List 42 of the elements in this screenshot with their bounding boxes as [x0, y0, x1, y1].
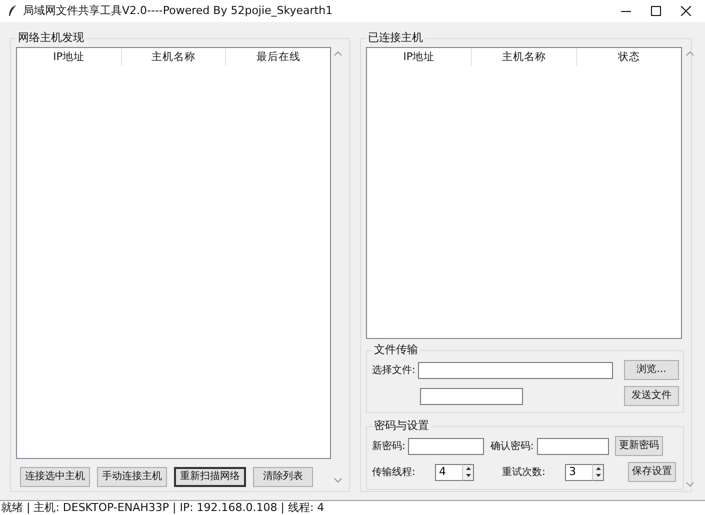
- action-button[interactable]: 浏览...: [624, 360, 679, 380]
- action-button[interactable]: 连接选中主机: [20, 467, 90, 487]
- column-header[interactable]: IP地址: [367, 48, 472, 66]
- field-label: 选择文件:: [372, 364, 416, 378]
- panel-title: 已连接主机: [367, 31, 424, 45]
- action-button[interactable]: 保存设置: [628, 462, 676, 482]
- field-label: 确认密码:: [490, 440, 534, 454]
- window-title: 局域网文件共享工具V2.0----Powered By 52pojie_Skyearth1: [23, 2, 333, 19]
- action-button[interactable]: 更新密码: [614, 436, 663, 456]
- field-label: 重试次数:: [502, 466, 546, 480]
- column-header[interactable]: 主机名称: [122, 48, 226, 66]
- column-header[interactable]: IP地址: [17, 48, 122, 66]
- close-icon[interactable]: [681, 6, 691, 16]
- feather-icon: [8, 5, 17, 17]
- password-field[interactable]: [536, 438, 609, 454]
- scroll-up-icon[interactable]: [686, 51, 694, 56]
- spin-up-icon[interactable]: [466, 466, 470, 470]
- panel-title: 文件传输: [373, 343, 419, 357]
- action-button[interactable]: 发送文件: [624, 386, 679, 406]
- spin-up-icon[interactable]: [596, 466, 600, 470]
- action-button[interactable]: 重新扫描网络: [174, 467, 246, 487]
- password-field[interactable]: [408, 438, 484, 454]
- field-label: 传输线程:: [372, 466, 416, 480]
- spinbox-field[interactable]: 3: [565, 464, 592, 480]
- file-path-field[interactable]: [418, 362, 614, 378]
- action-button[interactable]: 清除列表: [253, 467, 313, 487]
- status-bar: 就绪 | 主机: DESKTOP-ENAH33P | IP: 192.168.0.108 | 线程: 4: [0, 500, 705, 515]
- column-header[interactable]: 主机名称: [472, 48, 577, 66]
- spin-down-icon[interactable]: [596, 474, 600, 478]
- panel-title: 网络主机发现: [17, 31, 85, 45]
- scroll-down-icon[interactable]: [686, 482, 694, 487]
- column-header[interactable]: 最后在线: [226, 48, 330, 66]
- action-button[interactable]: 手动连接主机: [97, 467, 167, 487]
- input-field[interactable]: [420, 388, 523, 404]
- scroll-up-icon[interactable]: [334, 51, 342, 56]
- spinbox-field[interactable]: 4: [435, 464, 462, 480]
- panel-title: 密码与设置: [373, 419, 430, 433]
- column-header[interactable]: 状态: [577, 48, 681, 66]
- maximize-icon[interactable]: [651, 6, 661, 16]
- field-label: 新密码:: [372, 440, 406, 454]
- scroll-down-icon[interactable]: [334, 478, 342, 483]
- spin-down-icon[interactable]: [466, 474, 470, 478]
